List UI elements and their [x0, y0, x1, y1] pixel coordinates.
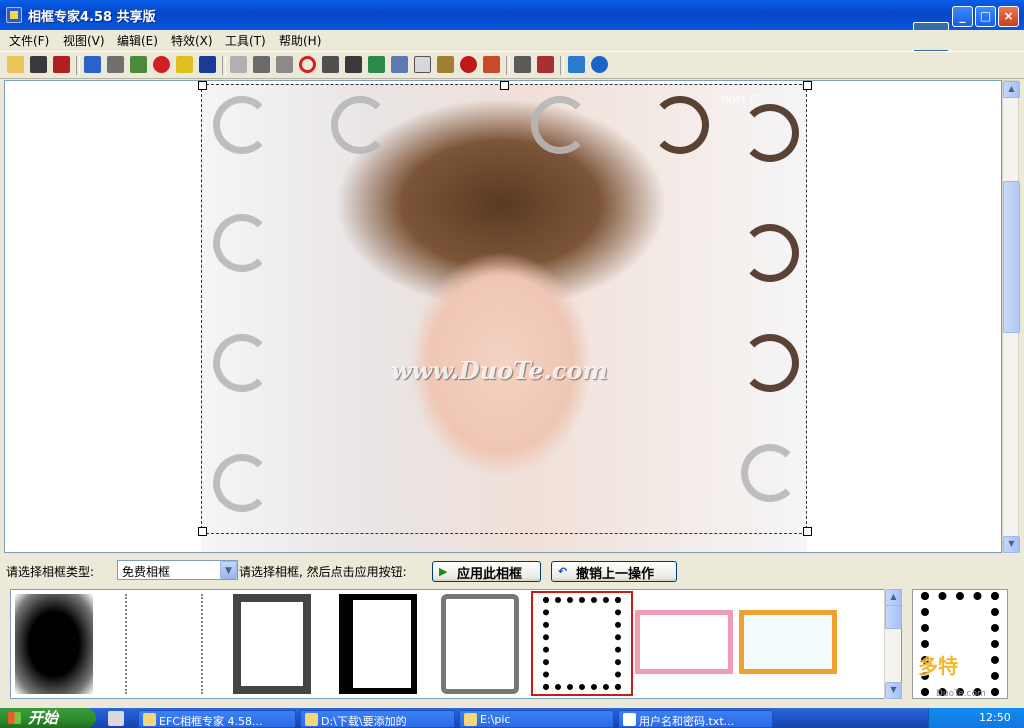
brush-icon[interactable] [483, 56, 500, 73]
scroll-up-icon[interactable]: ▲ [1003, 81, 1020, 98]
menu-effects[interactable]: 特效(X) [168, 32, 216, 49]
swirl-frame-preview [543, 597, 621, 690]
save-icon[interactable] [30, 56, 47, 73]
stamp-icon[interactable] [460, 56, 477, 73]
app-icon [6, 7, 22, 23]
app-task-icon [143, 713, 156, 726]
frame-type-label: 请选择相框类型: [6, 565, 95, 579]
menu-file[interactable]: 文件(F) [6, 32, 52, 49]
toolbar-separator [560, 56, 564, 75]
resize-handle[interactable] [803, 81, 812, 90]
undo-last-label: 撤销上一操作 [576, 567, 655, 582]
browser-icon[interactable] [591, 56, 608, 73]
task-button[interactable]: E:\pic [459, 710, 614, 728]
system-tray: 12:50 [928, 708, 1024, 728]
properties-icon[interactable] [107, 56, 124, 73]
toolbar [0, 51, 1024, 79]
clock[interactable]: 12:50 [979, 711, 1011, 724]
resize-handle[interactable] [500, 81, 509, 90]
folder-icon [305, 713, 318, 726]
menu-edit[interactable]: 编辑(E) [114, 32, 161, 49]
menu-bar: 文件(F) 视图(V) 编辑(E) 特效(X) 工具(T) 帮助(H) [0, 30, 1024, 50]
open-icon[interactable] [7, 56, 24, 73]
frame-thumb[interactable] [635, 610, 733, 674]
undo-icon[interactable] [84, 56, 101, 73]
print-preview-icon[interactable] [537, 56, 554, 73]
frame-thumb[interactable] [125, 594, 203, 694]
scroll-thumb[interactable] [885, 605, 902, 629]
chevron-down-icon[interactable]: ▼ [220, 561, 237, 579]
minimize-button[interactable]: _ [952, 6, 973, 27]
apply-frame-label: 应用此相框 [457, 567, 523, 582]
scroll-thumb[interactable] [1003, 181, 1020, 333]
folder-icon [464, 713, 477, 726]
apply-frame-button[interactable]: ▶ 应用此相框 [432, 561, 541, 582]
menu-view[interactable]: 视图(V) [60, 32, 108, 49]
scroll-down-icon[interactable]: ▼ [1003, 536, 1020, 553]
start-button[interactable]: 开始 [0, 708, 96, 728]
resize-handle[interactable] [198, 81, 207, 90]
task-label: 用户名和密码.txt... [639, 715, 735, 728]
close-button[interactable]: × [998, 6, 1019, 27]
toolbar-separator [76, 56, 80, 75]
title-bar[interactable]: 相框专家4.58 共享版 _ □ × [0, 0, 1024, 30]
task-label: D:\下载\要添加的 [321, 715, 407, 728]
crop-icon[interactable] [130, 56, 147, 73]
scroll-down-icon[interactable]: ▼ [885, 682, 902, 699]
undo-last-button[interactable]: ↶ 撤销上一操作 [551, 561, 677, 582]
task-label: EFC相框专家 4.58... [159, 715, 263, 728]
wand-icon[interactable] [176, 56, 193, 73]
redo-circle-icon[interactable] [299, 56, 316, 73]
gallery-scrollbar[interactable]: ▲ ▼ [884, 589, 902, 699]
frame-hint-label: 请选择相框, 然后点击应用按钮: [239, 565, 407, 579]
camera-icon[interactable] [345, 56, 362, 73]
task-button[interactable]: D:\下载\要添加的 [300, 710, 455, 728]
menu-tools[interactable]: 工具(T) [222, 32, 269, 49]
undo-arrow-icon: ↶ [558, 565, 568, 578]
cube-icon[interactable] [568, 56, 585, 73]
frame-thumb[interactable] [339, 594, 417, 694]
canvas-scrollbar[interactable]: ▲ ▼ [1002, 80, 1020, 553]
frame-thumb-selected[interactable] [531, 591, 633, 696]
toolbar-separator [506, 56, 510, 75]
scroll-up-icon[interactable]: ▲ [885, 589, 902, 606]
record-icon[interactable] [153, 56, 170, 73]
preview-swirl-frame [921, 592, 999, 696]
text-file-icon [623, 713, 636, 726]
text-icon[interactable] [199, 56, 216, 73]
frame-thumb[interactable] [15, 594, 93, 694]
glasses-icon[interactable] [322, 56, 339, 73]
frame-controls: 请选择相框类型: 免费相框 ▼ 请选择相框, 然后点击应用按钮: ▶ 应用此相框… [0, 557, 1024, 587]
menu-help[interactable]: 帮助(H) [276, 32, 324, 49]
selection-box[interactable] [201, 84, 807, 534]
copy-icon[interactable] [276, 56, 293, 73]
frame-gallery [10, 589, 902, 699]
play-icon: ▶ [439, 565, 448, 578]
document-icon[interactable] [414, 56, 431, 73]
frame-thumb[interactable] [739, 610, 837, 674]
task-label: E:\pic [480, 713, 511, 726]
print-icon[interactable] [514, 56, 531, 73]
frame-icon[interactable] [391, 56, 408, 73]
quick-launch-icon[interactable] [108, 711, 124, 726]
taskbar: 开始 EFC相框专家 4.58... D:\下载\要添加的 E:\pic 用户名… [0, 708, 1024, 728]
duote-logo: 多特 [918, 654, 958, 678]
duote-logo-sub: DuoTe.com [936, 689, 986, 699]
toolbar-separator [222, 56, 226, 75]
resize-handle[interactable] [803, 527, 812, 536]
task-button[interactable]: 用户名和密码.txt... [618, 710, 773, 728]
layers-icon[interactable] [368, 56, 385, 73]
grid-icon[interactable] [437, 56, 454, 73]
maximize-button[interactable]: □ [975, 6, 996, 27]
resize-handle[interactable] [198, 527, 207, 536]
frame-thumb[interactable] [441, 594, 519, 694]
save-as-icon[interactable] [53, 56, 70, 73]
frame-thumb[interactable] [233, 594, 311, 694]
frame-preview [912, 589, 1008, 699]
rotate-select-icon[interactable] [230, 56, 247, 73]
image-canvas[interactable]: nori C www.DuoTe.com [4, 80, 1002, 553]
window-title: 相框专家4.58 共享版 [28, 10, 156, 25]
effect-icon[interactable] [253, 56, 270, 73]
task-button[interactable]: EFC相框专家 4.58... [138, 710, 296, 728]
